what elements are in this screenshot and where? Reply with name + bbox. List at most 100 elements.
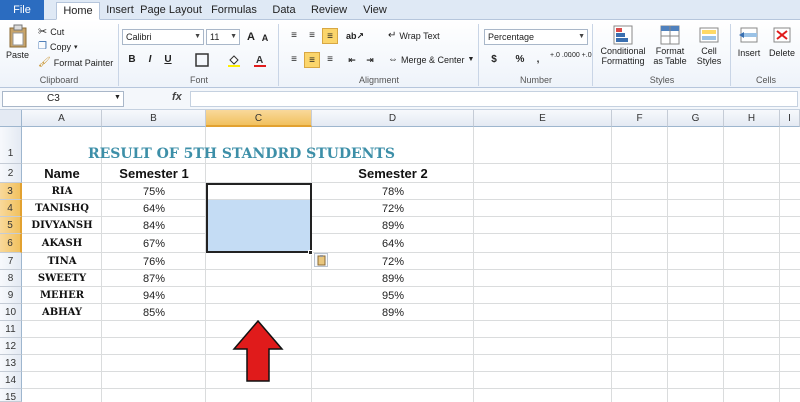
align-right-icon[interactable]: ≡ bbox=[322, 52, 338, 68]
ribbon: Paste ✂ Cut ❐ Copy ▾ 🖌 Format Painter Cl… bbox=[0, 20, 800, 88]
align-bottom-icon[interactable]: ≡ bbox=[322, 28, 338, 44]
formula-bar: C3 ▼ fx bbox=[0, 88, 800, 110]
wrap-text-button[interactable]: ↵ Wrap Text bbox=[388, 30, 440, 41]
gridline bbox=[22, 371, 800, 372]
column-header-i[interactable]: I bbox=[780, 110, 800, 127]
column-header-h[interactable]: H bbox=[724, 110, 780, 127]
insert-function-icon[interactable]: fx bbox=[172, 91, 182, 103]
ribbon-divider bbox=[478, 24, 479, 86]
cell-semester-2: 95% bbox=[381, 290, 405, 302]
tab-insert[interactable]: Insert bbox=[100, 2, 140, 20]
align-top-icon[interactable]: ≡ bbox=[286, 28, 302, 44]
shrink-font-icon[interactable]: A bbox=[257, 30, 273, 46]
paste-button[interactable]: Paste bbox=[6, 24, 29, 60]
column-header-a[interactable]: A bbox=[22, 110, 102, 127]
tab-view[interactable]: View bbox=[358, 2, 392, 20]
cell-semester-2: 89% bbox=[381, 220, 405, 232]
decrease-indent-icon[interactable]: ⇤ bbox=[344, 52, 360, 68]
bold-button[interactable]: B bbox=[124, 52, 140, 68]
cell-name: TANISHQ bbox=[35, 203, 89, 214]
format-as-table-button[interactable]: Format as Table bbox=[650, 24, 690, 66]
comma-button[interactable]: , bbox=[530, 52, 546, 68]
row-header-11[interactable]: 11 bbox=[0, 321, 22, 338]
format-painter-button[interactable]: 🖌 Format Painter bbox=[38, 57, 113, 68]
font-name-select[interactable]: Calibri ▼ bbox=[122, 29, 204, 45]
ribbon-divider bbox=[730, 24, 731, 86]
tab-data[interactable]: Data bbox=[268, 2, 300, 20]
font-color-icon[interactable]: A bbox=[252, 52, 268, 68]
fill-handle[interactable] bbox=[308, 250, 313, 255]
row-header-7[interactable]: 7 bbox=[0, 253, 22, 270]
italic-button[interactable]: I bbox=[142, 52, 158, 68]
clipboard-icon bbox=[9, 24, 26, 48]
increase-decimal-button[interactable]: +.0 .00 bbox=[550, 52, 572, 60]
name-box[interactable]: C3 bbox=[2, 91, 124, 107]
column-header-c[interactable]: C bbox=[206, 110, 312, 127]
row-header-4[interactable]: 4 bbox=[0, 200, 22, 217]
gridline bbox=[22, 163, 800, 164]
clipboard-group-label: Clipboard bbox=[39, 75, 79, 85]
tab-page-layout[interactable]: Page Layout bbox=[140, 2, 202, 20]
ribbon-divider bbox=[278, 24, 279, 86]
increase-indent-icon[interactable]: ⇥ bbox=[362, 52, 378, 68]
row-header-6[interactable]: 6 bbox=[0, 234, 22, 253]
column-header-f[interactable]: F bbox=[612, 110, 668, 127]
font-size-select[interactable]: 11 ▼ bbox=[206, 29, 240, 45]
row-header-12[interactable]: 12 bbox=[0, 338, 22, 355]
row-header-5[interactable]: 5 bbox=[0, 217, 22, 234]
chevron-down-icon: ▾ bbox=[73, 43, 78, 51]
align-middle-icon[interactable]: ≡ bbox=[304, 28, 320, 44]
row-header-8[interactable]: 8 bbox=[0, 270, 22, 287]
column-header-g[interactable]: G bbox=[668, 110, 724, 127]
percent-button[interactable]: % bbox=[512, 52, 528, 68]
wrap-text-label: Wrap Text bbox=[399, 30, 440, 41]
row-header-14[interactable]: 14 bbox=[0, 372, 22, 389]
tab-home[interactable]: Home bbox=[56, 2, 100, 20]
header-semester-1: Semester 1 bbox=[119, 166, 189, 181]
align-center-icon[interactable]: ≡ bbox=[304, 52, 320, 68]
formula-input[interactable] bbox=[190, 91, 798, 107]
font-group-label: Font bbox=[189, 75, 208, 85]
column-header-d[interactable]: D bbox=[312, 110, 474, 127]
cell-semester-2: 72% bbox=[381, 256, 405, 268]
delete-label: Delete bbox=[768, 48, 795, 58]
chevron-down-icon[interactable]: ▼ bbox=[114, 94, 121, 101]
row-header-9[interactable]: 9 bbox=[0, 287, 22, 304]
column-header-b[interactable]: B bbox=[102, 110, 206, 127]
cut-button[interactable]: ✂ Cut bbox=[38, 25, 64, 38]
selected-range[interactable] bbox=[206, 183, 312, 253]
gridline bbox=[22, 216, 800, 217]
merge-center-button[interactable]: ⇔ Merge & Center ▼ bbox=[388, 54, 474, 65]
orientation-icon[interactable]: ab↗ bbox=[346, 28, 364, 44]
row-header-2[interactable]: 2 bbox=[0, 164, 22, 183]
format-as-table-label: Format bbox=[655, 46, 685, 56]
row-header-13[interactable]: 13 bbox=[0, 355, 22, 372]
row-header-3[interactable]: 3 bbox=[0, 183, 22, 200]
paste-options-icon[interactable] bbox=[314, 253, 328, 267]
cell-semester-2: 72% bbox=[381, 203, 405, 215]
decrease-decimal-button[interactable]: .00 +.0 bbox=[570, 52, 592, 60]
tab-review[interactable]: Review bbox=[308, 2, 350, 20]
cell-semester-2: 64% bbox=[381, 238, 405, 250]
insert-cells-button[interactable]: Insert bbox=[734, 24, 764, 58]
row-header-10[interactable]: 10 bbox=[0, 304, 22, 321]
select-all-corner[interactable] bbox=[0, 110, 22, 127]
column-header-e[interactable]: E bbox=[474, 110, 612, 127]
cell-styles-button[interactable]: Cell Styles bbox=[692, 24, 726, 66]
align-left-icon[interactable]: ≡ bbox=[286, 52, 302, 68]
underline-button[interactable]: U bbox=[160, 52, 176, 68]
cell-name: ABHAY bbox=[41, 307, 83, 318]
conditional-formatting-button[interactable]: Conditional Formatting bbox=[598, 24, 648, 66]
fill-color-icon[interactable] bbox=[226, 52, 242, 68]
tab-file[interactable]: File bbox=[0, 0, 44, 20]
currency-button[interactable]: $ bbox=[486, 52, 502, 68]
row-header-15[interactable]: 15 bbox=[0, 389, 22, 402]
copy-button[interactable]: ❐ Copy ▾ bbox=[38, 41, 78, 52]
scissors-icon: ✂ bbox=[38, 26, 48, 38]
number-format-select[interactable]: Percentage ▼ bbox=[484, 29, 588, 45]
tab-formulas[interactable]: Formulas bbox=[208, 2, 260, 20]
delete-cells-button[interactable]: Delete bbox=[766, 24, 798, 58]
borders-icon[interactable] bbox=[194, 52, 210, 68]
row-header-1[interactable]: 1 bbox=[0, 127, 22, 164]
gridline bbox=[667, 127, 668, 402]
